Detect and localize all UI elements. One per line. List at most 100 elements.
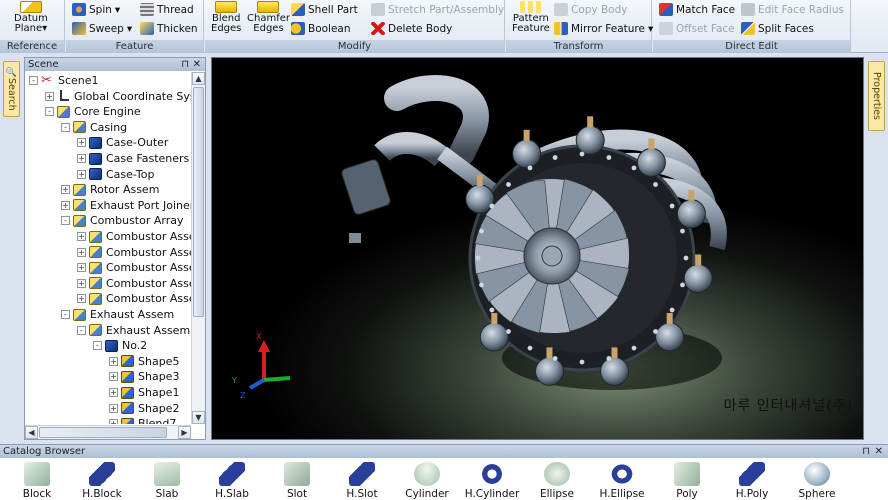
- catalog-item[interactable]: Sphere: [785, 462, 849, 500]
- collapse-icon[interactable]: -: [61, 310, 70, 319]
- tree-row[interactable]: + Shape3: [109, 369, 179, 384]
- shell-part-button[interactable]: Shell Part: [291, 3, 358, 16]
- catalog-item[interactable]: H.Slab: [200, 462, 264, 500]
- catalog-item[interactable]: H.Block: [70, 462, 134, 500]
- catalog-ellipse-icon: [544, 462, 570, 486]
- catalog-item[interactable]: Block: [5, 462, 69, 500]
- tree-row[interactable]: - Casing: [61, 120, 127, 135]
- thicken-label: Thicken: [157, 22, 198, 35]
- part-icon: [89, 136, 102, 149]
- thicken-button[interactable]: Thicken: [140, 22, 198, 35]
- scroll-left-icon[interactable]: ◀: [25, 426, 38, 439]
- expand-icon[interactable]: +: [77, 169, 86, 179]
- pin-icon[interactable]: ⊓: [181, 58, 189, 71]
- tree-row[interactable]: + Case Fasteners: [77, 151, 189, 166]
- expand-icon[interactable]: +: [77, 247, 86, 257]
- tree-row[interactable]: - Exhaust Assem: [61, 307, 174, 322]
- expand-icon[interactable]: +: [109, 356, 118, 366]
- collapse-icon[interactable]: -: [29, 76, 38, 85]
- catalog-item[interactable]: H.Poly: [720, 462, 784, 500]
- tree-row[interactable]: + Exhaust Port Joiner Arr: [61, 198, 191, 213]
- expand-icon[interactable]: +: [77, 294, 86, 304]
- expand-icon[interactable]: +: [77, 154, 86, 163]
- catalog-item[interactable]: H.Ellipse: [590, 462, 654, 500]
- split-faces-button[interactable]: Split Faces: [741, 22, 814, 35]
- tree-row[interactable]: - ✂ Scene1: [29, 73, 99, 88]
- collapse-icon[interactable]: -: [77, 325, 86, 335]
- tree-horizontal-scroll-thumb[interactable]: [39, 427, 167, 438]
- catalog-close-icon[interactable]: ✕: [875, 445, 883, 458]
- tree-row[interactable]: + Combustor Assem: [77, 276, 191, 291]
- expand-icon[interactable]: +: [77, 278, 86, 288]
- tree-horizontal-scrollbar[interactable]: ◀ ▶: [25, 425, 191, 439]
- tree-row[interactable]: + Case-Outer: [77, 135, 168, 150]
- tree-row[interactable]: - Core Engine: [45, 104, 141, 119]
- tree-row[interactable]: - Exhaust Assem: [77, 323, 190, 338]
- collapse-icon[interactable]: -: [45, 107, 54, 117]
- copy-body-button[interactable]: Copy Body: [554, 3, 627, 16]
- engine-model[interactable]: X Y Z: [212, 58, 864, 440]
- catalog-item[interactable]: H.Slot: [330, 462, 394, 500]
- catalog-item[interactable]: Ellipse: [525, 462, 589, 500]
- expand-icon[interactable]: +: [77, 263, 86, 273]
- delete-body-button[interactable]: Delete Body: [371, 22, 452, 35]
- catalog-item[interactable]: H.Cylinder: [460, 462, 524, 500]
- search-tab[interactable]: 🔍 Search: [3, 61, 20, 117]
- catalog-item[interactable]: Slot: [265, 462, 329, 500]
- sweep-button[interactable]: Sweep ▾: [72, 22, 132, 35]
- catalog-item[interactable]: Poly: [655, 462, 719, 500]
- scroll-down-icon[interactable]: ▼: [192, 411, 205, 424]
- expand-icon[interactable]: +: [45, 91, 54, 101]
- spin-button[interactable]: Spin ▾: [72, 3, 120, 16]
- catalog-h-slot-icon: [349, 462, 375, 486]
- tree-row[interactable]: - Combustor Array: [61, 213, 184, 228]
- tree-row[interactable]: + Global Coordinate System: [45, 89, 191, 104]
- catalog-h-ellipse-icon: [609, 462, 635, 486]
- expand-icon[interactable]: +: [61, 200, 70, 210]
- chamfer-edges-button[interactable]: Chamfer Edges: [247, 1, 290, 34]
- blend-edges-button[interactable]: Blend Edges: [211, 1, 241, 34]
- thread-button[interactable]: Thread: [140, 3, 194, 16]
- tree-row[interactable]: + Combustor Assem: [77, 291, 191, 306]
- catalog-item[interactable]: Slab: [135, 462, 199, 500]
- collapse-icon[interactable]: -: [61, 122, 70, 132]
- pattern-feature-button[interactable]: Pattern Feature: [512, 1, 550, 34]
- tree-vertical-scroll-thumb[interactable]: [193, 87, 204, 317]
- tree-row[interactable]: + Shape1: [109, 385, 179, 400]
- properties-tab[interactable]: Properties: [868, 61, 885, 131]
- expand-icon[interactable]: +: [77, 138, 86, 148]
- tree-row[interactable]: - No.2: [93, 338, 147, 353]
- expand-icon[interactable]: +: [109, 419, 118, 424]
- offset-face-button[interactable]: Offset Face: [659, 22, 735, 35]
- boolean-button[interactable]: Boolean: [291, 22, 351, 35]
- stretch-part-button[interactable]: Stretch Part/Assembly: [371, 3, 504, 16]
- tree-row[interactable]: + Combustor Assem: [77, 245, 191, 260]
- match-face-button[interactable]: Match Face: [659, 3, 735, 16]
- expand-icon[interactable]: +: [77, 232, 86, 241]
- collapse-icon[interactable]: -: [93, 341, 102, 351]
- mirror-feature-button[interactable]: Mirror Feature ▾: [554, 22, 653, 35]
- tree-row[interactable]: + Rotor Assem: [61, 182, 159, 197]
- tree-row[interactable]: + Blend7: [109, 416, 176, 424]
- collapse-icon[interactable]: -: [61, 216, 70, 226]
- expand-icon[interactable]: +: [61, 185, 70, 195]
- datum-plane-button[interactable]: Datum Plane▾: [14, 1, 48, 34]
- scroll-up-icon[interactable]: ▲: [192, 72, 205, 85]
- tree-row[interactable]: + Shape2: [109, 401, 179, 416]
- tree-vertical-scrollbar[interactable]: ▲ ▼: [191, 72, 205, 424]
- close-icon[interactable]: ✕: [193, 58, 201, 71]
- catalog-item[interactable]: Cylinder: [395, 462, 459, 500]
- edit-face-radius-button[interactable]: Edit Face Radius: [741, 3, 844, 16]
- tree-row[interactable]: + Shape5: [109, 354, 179, 369]
- tree-row[interactable]: + Combustor Assem: [77, 229, 191, 244]
- case-bolt: [552, 356, 558, 361]
- expand-icon[interactable]: +: [109, 388, 118, 397]
- tree-row-label: No.2: [122, 339, 148, 353]
- scroll-right-icon[interactable]: ▶: [178, 426, 191, 439]
- tree-row[interactable]: + Case-Top: [77, 167, 154, 182]
- expand-icon[interactable]: +: [109, 403, 118, 413]
- 3d-viewport[interactable]: X Y Z 마루 인터내셔널(주): [211, 57, 864, 440]
- tree-row[interactable]: + Combustor Assem: [77, 260, 191, 275]
- catalog-pin-icon[interactable]: ⊓: [862, 445, 870, 458]
- expand-icon[interactable]: +: [109, 372, 118, 382]
